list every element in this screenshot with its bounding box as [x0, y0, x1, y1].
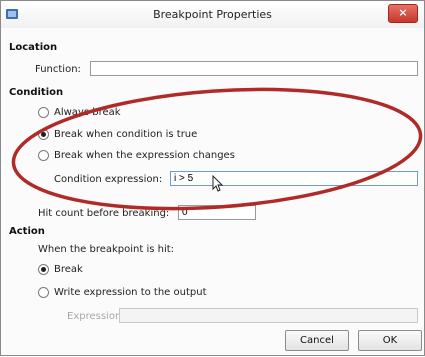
- breakpoint-properties-dialog: Breakpoint Properties × Location Functio…: [0, 0, 425, 356]
- cancel-button[interactable]: Cancel: [285, 330, 349, 351]
- function-label: Function:: [35, 64, 81, 75]
- output-expression-label: Expression:: [67, 311, 125, 322]
- action-heading: Action: [9, 226, 45, 237]
- break-when-changes-label[interactable]: Break when the expression changes: [54, 150, 235, 161]
- break-when-changes-radio[interactable]: [38, 150, 49, 161]
- location-heading: Location: [9, 42, 58, 53]
- always-break-label[interactable]: Always break: [54, 107, 121, 118]
- function-input[interactable]: [90, 61, 418, 76]
- output-expression-input[interactable]: [119, 308, 418, 323]
- title-bar[interactable]: Breakpoint Properties ×: [1, 1, 424, 28]
- hit-count-input[interactable]: [178, 205, 256, 220]
- condition-expression-label: Condition expression:: [54, 174, 163, 185]
- condition-expression-input[interactable]: [170, 171, 418, 186]
- always-break-radio[interactable]: [38, 107, 49, 118]
- action-break-label[interactable]: Break: [54, 264, 83, 275]
- dialog-title: Breakpoint Properties: [153, 8, 272, 21]
- ok-button[interactable]: OK: [358, 330, 422, 351]
- write-expression-label[interactable]: Write expression to the output: [54, 287, 207, 298]
- hit-count-label: Hit count before breaking:: [38, 208, 170, 219]
- action-description: When the breakpoint is hit:: [38, 244, 175, 255]
- close-icon: ×: [398, 6, 408, 19]
- condition-heading: Condition: [9, 87, 64, 98]
- break-when-true-radio[interactable]: [38, 129, 49, 140]
- break-when-true-label[interactable]: Break when condition is true: [54, 129, 197, 140]
- action-break-radio[interactable]: [38, 264, 49, 275]
- mouse-pointer-icon: [212, 175, 224, 192]
- write-expression-radio[interactable]: [38, 287, 49, 298]
- close-button[interactable]: ×: [388, 4, 418, 23]
